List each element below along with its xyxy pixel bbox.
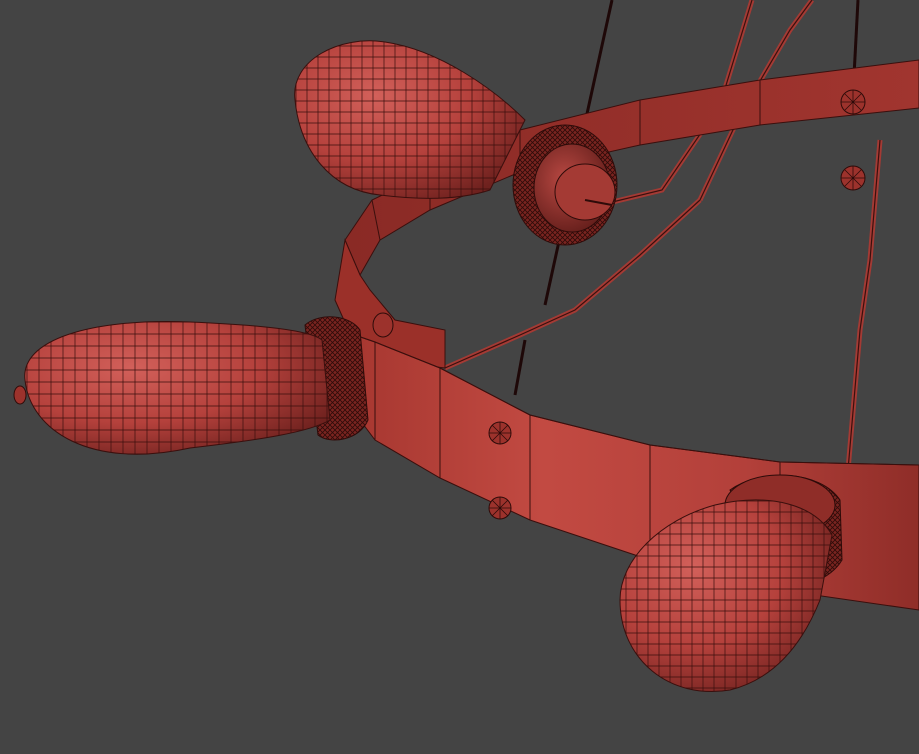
viewport-render	[0, 0, 919, 754]
3d-model-render	[0, 0, 919, 754]
rivet	[840, 89, 866, 115]
socket-top	[512, 124, 618, 246]
rivet	[488, 496, 512, 520]
rivet	[840, 165, 866, 191]
rivet	[488, 421, 512, 445]
